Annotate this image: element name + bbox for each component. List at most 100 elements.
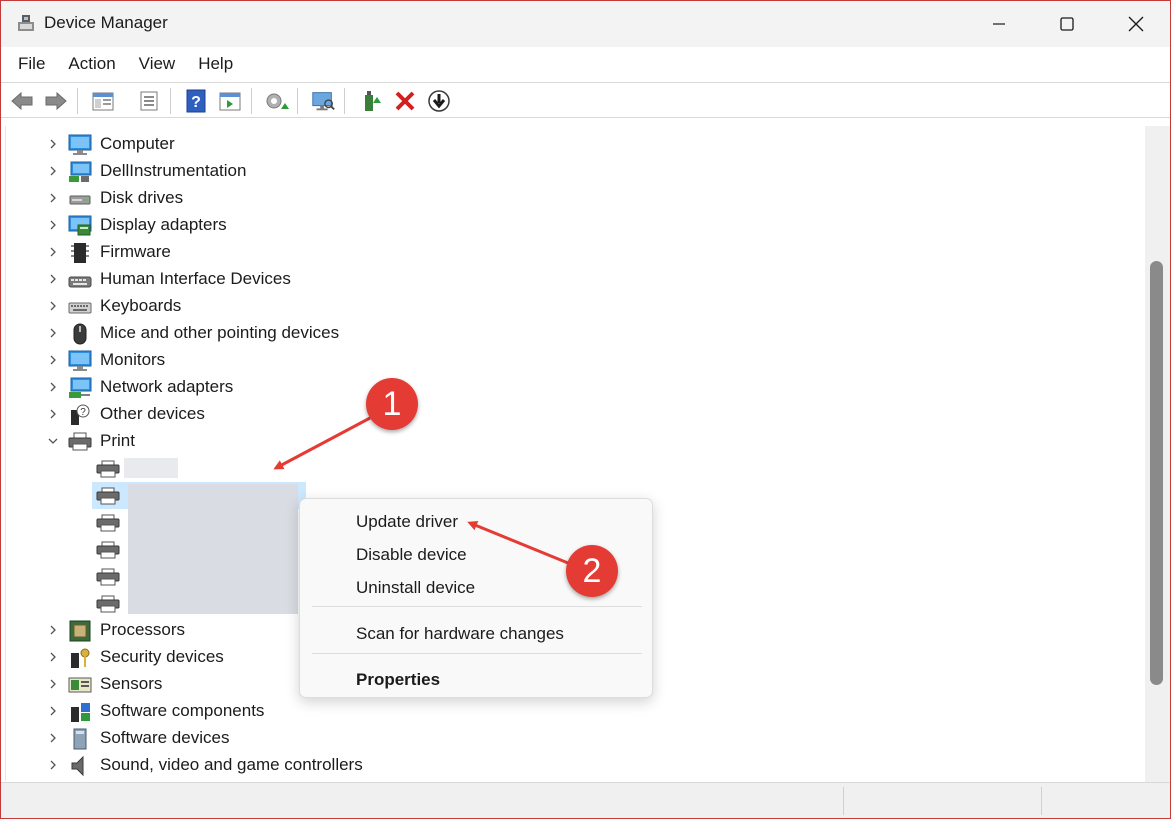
- menu-action[interactable]: Action: [61, 54, 122, 74]
- chevron-right-icon[interactable]: [46, 299, 60, 313]
- chevron-right-icon[interactable]: [46, 650, 60, 664]
- disable-device-icon: [428, 90, 450, 112]
- update-driver-button[interactable]: [263, 88, 289, 114]
- firmware-chip-icon: [71, 243, 89, 263]
- chevron-right-icon[interactable]: [46, 353, 60, 367]
- minimize-button[interactable]: [964, 1, 1034, 47]
- chevron-right-icon[interactable]: [46, 704, 60, 718]
- tree-item-computer[interactable]: Computer: [6, 131, 606, 158]
- chevron-down-icon[interactable]: [46, 434, 60, 448]
- scan-hardware-button[interactable]: [310, 88, 336, 114]
- back-arrow-icon: [11, 91, 33, 111]
- chevron-right-icon[interactable]: [46, 245, 60, 259]
- toolbar: ?: [1, 82, 1170, 118]
- uninstall-device-menu-item[interactable]: Uninstall device: [356, 578, 475, 598]
- chevron-right-icon[interactable]: [46, 191, 60, 205]
- tree-item-firmware[interactable]: Firmware: [6, 239, 606, 266]
- menu-help[interactable]: Help: [191, 54, 240, 74]
- tree-item-sound-video-game[interactable]: Sound, video and game controllers: [6, 752, 606, 779]
- properties-button[interactable]: [136, 88, 162, 114]
- update-driver-icon: [266, 93, 289, 109]
- monitor-icon: [68, 350, 92, 371]
- tree-item-other-devices[interactable]: ? Other devices: [6, 401, 606, 428]
- printer-icon: [96, 568, 120, 586]
- tree-item-label: Other devices: [100, 404, 205, 423]
- maximize-icon: [1060, 17, 1074, 31]
- show-hide-console-tree-button[interactable]: [90, 88, 116, 114]
- action-pane-button[interactable]: [217, 88, 243, 114]
- chevron-right-icon[interactable]: [46, 758, 60, 772]
- chevron-right-icon[interactable]: [46, 272, 60, 286]
- scan-hardware-menu-item[interactable]: Scan for hardware changes: [356, 624, 564, 644]
- print-child-item[interactable]: [6, 455, 606, 482]
- disable-device-button[interactable]: [426, 88, 452, 114]
- printer-icon: [68, 432, 92, 451]
- unknown-device-icon: ?: [71, 404, 90, 425]
- tree-item-label: Computer: [100, 134, 175, 153]
- toolbar-separator: [251, 88, 252, 114]
- display-adapter-icon: [68, 215, 92, 236]
- menu-separator: [312, 606, 642, 607]
- chevron-right-icon[interactable]: [46, 407, 60, 421]
- chevron-right-icon[interactable]: [46, 137, 60, 151]
- close-button[interactable]: [1101, 1, 1171, 47]
- chevron-right-icon[interactable]: [46, 326, 60, 340]
- tree-item-disk-drives[interactable]: Disk drives: [6, 185, 606, 212]
- speaker-icon: [71, 755, 84, 777]
- chevron-right-icon[interactable]: [46, 677, 60, 691]
- annotation-badge-2: 2: [566, 545, 618, 597]
- status-pane: [843, 787, 844, 815]
- menu-file[interactable]: File: [11, 54, 52, 74]
- tree-item-dellinstrumentation[interactable]: DellInstrumentation: [6, 158, 606, 185]
- tree-item-mice[interactable]: Mice and other pointing devices: [6, 320, 606, 347]
- network-computer-icon: [69, 161, 92, 182]
- menu-view[interactable]: View: [132, 54, 183, 74]
- device-manager-window: Device Manager File Action View Help ? C…: [0, 0, 1171, 819]
- disable-device-menu-item[interactable]: Disable device: [356, 545, 467, 565]
- chevron-right-icon[interactable]: [46, 164, 60, 178]
- chevron-right-icon[interactable]: [46, 380, 60, 394]
- close-icon: [1128, 16, 1144, 32]
- tree-item-keyboards[interactable]: Keyboards: [6, 293, 606, 320]
- software-component-icon: [71, 703, 90, 722]
- tree-item-print[interactable]: Print: [6, 428, 606, 455]
- forward-button[interactable]: [43, 88, 69, 114]
- tree-item-network-adapters[interactable]: Network adapters: [6, 374, 606, 401]
- tree-item-label: Sensors: [100, 674, 163, 693]
- help-icon: ?: [186, 89, 206, 113]
- toolbar-separator: [77, 88, 78, 114]
- tree-item-monitors[interactable]: Monitors: [6, 347, 606, 374]
- scan-hardware-icon: [312, 92, 335, 111]
- chevron-right-icon[interactable]: [46, 731, 60, 745]
- chevron-right-icon[interactable]: [46, 623, 60, 637]
- tree-item-software-components[interactable]: Software components: [6, 698, 606, 725]
- tree-item-label: Processors: [100, 620, 186, 639]
- tree-item-software-devices[interactable]: Software devices: [6, 725, 606, 752]
- properties-menu-item[interactable]: Properties: [356, 670, 440, 690]
- menu-separator: [312, 653, 642, 654]
- back-button[interactable]: [9, 88, 35, 114]
- toolbar-separator: [344, 88, 345, 114]
- vertical-scrollbar[interactable]: [1145, 126, 1170, 782]
- printer-icon: [96, 460, 120, 478]
- context-menu: Update driver Disable device Uninstall d…: [299, 498, 653, 698]
- tree-item-partial[interactable]: [6, 779, 606, 781]
- tree-item-display-adapters[interactable]: Display adapters: [6, 212, 606, 239]
- tree-item-human-interface-devices[interactable]: Human Interface Devices: [6, 266, 606, 293]
- mouse-icon: [73, 323, 87, 345]
- scrollbar-thumb[interactable]: [1150, 261, 1163, 685]
- show-hide-console-tree-icon: [92, 92, 114, 111]
- enable-device-button[interactable]: [358, 88, 384, 114]
- menu-bar: File Action View Help: [1, 47, 1170, 81]
- device-manager-app-icon: [18, 15, 34, 31]
- uninstall-device-button[interactable]: [392, 88, 418, 114]
- chevron-right-icon[interactable]: [46, 218, 60, 232]
- window-title: Device Manager: [44, 13, 168, 32]
- status-pane: [1041, 787, 1042, 815]
- printer-icon: [96, 595, 120, 613]
- update-driver-menu-item[interactable]: Update driver: [356, 512, 458, 532]
- redacted-device-names-block: [128, 484, 298, 614]
- maximize-button[interactable]: [1032, 1, 1102, 47]
- toolbar-separator: [170, 88, 171, 114]
- help-button[interactable]: ?: [183, 88, 209, 114]
